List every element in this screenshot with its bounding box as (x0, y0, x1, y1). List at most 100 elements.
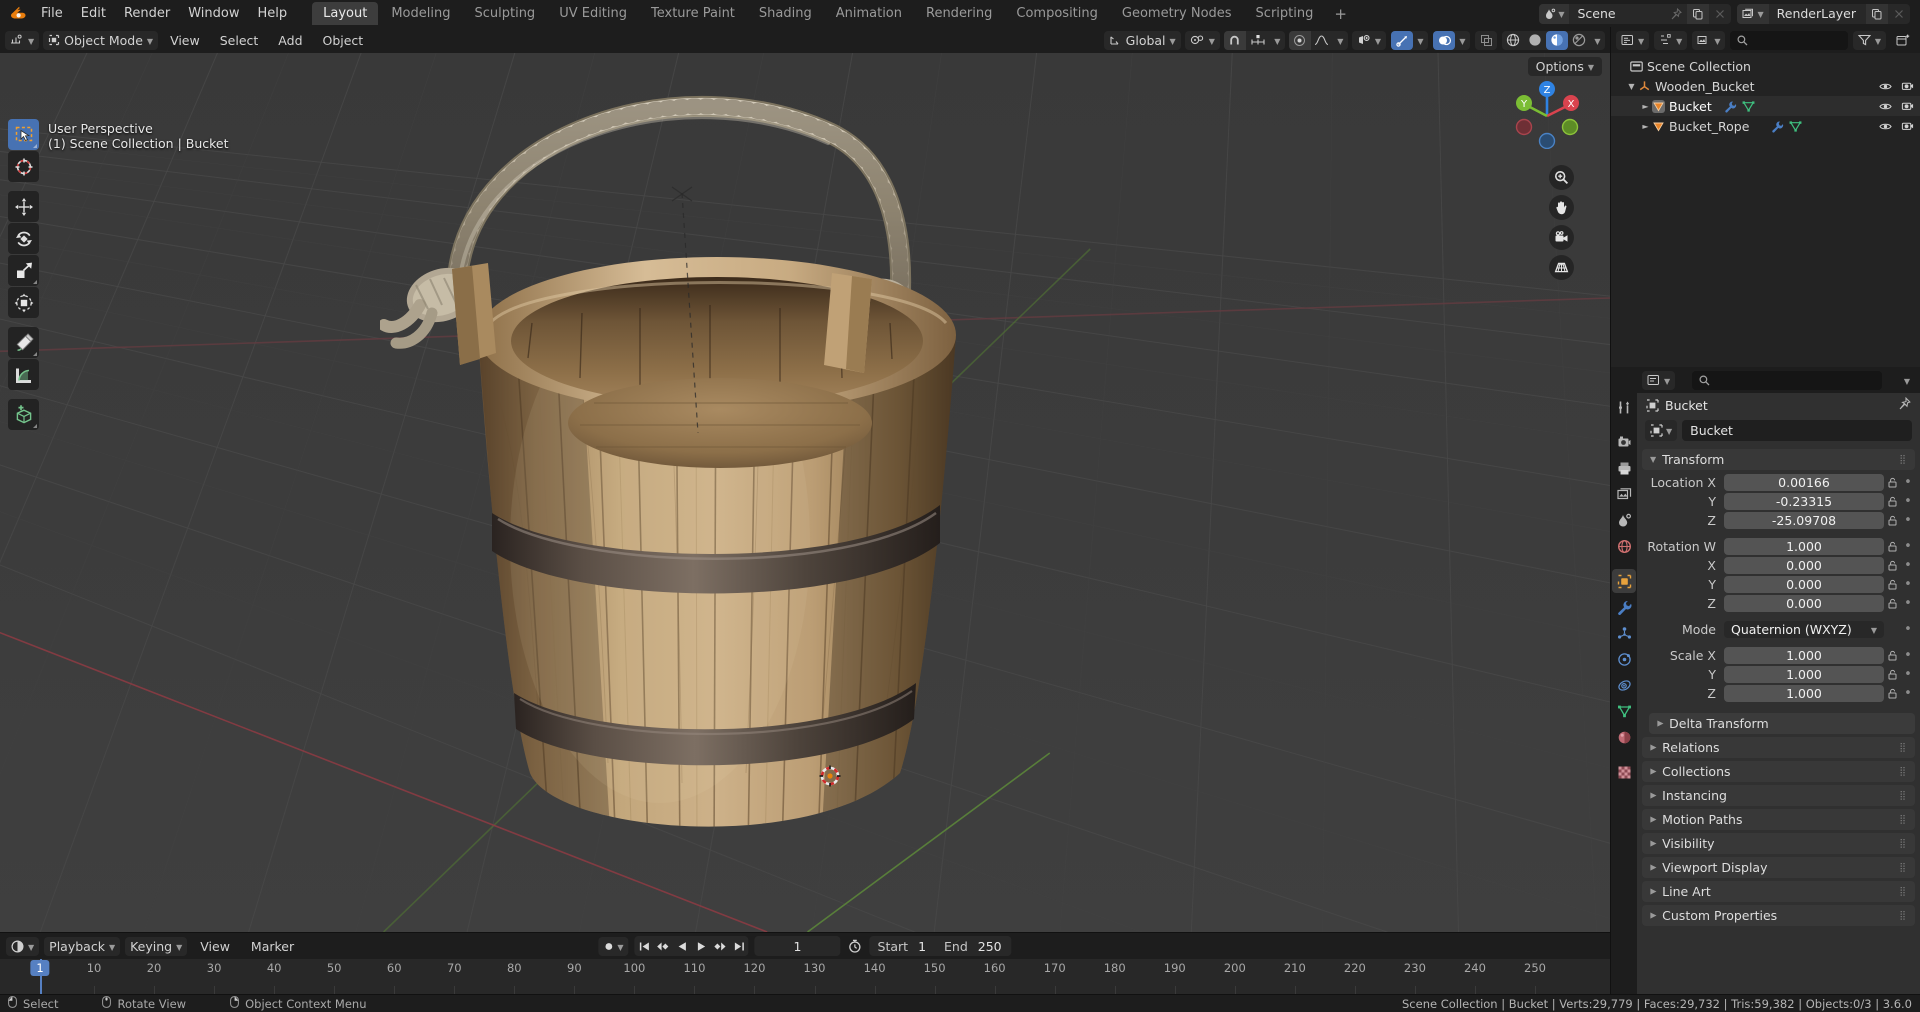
falloff-dropdown-chevron-icon[interactable]: ▼ (1333, 31, 1348, 50)
camera-render-icon[interactable] (1901, 80, 1914, 93)
expander-icon[interactable]: ► (1639, 122, 1652, 131)
transform-tool[interactable] (8, 287, 39, 318)
tool-tab[interactable] (1612, 395, 1636, 419)
section-expander-icon[interactable]: ▼ (1649, 864, 1658, 870)
snap-dropdown-chevron-icon[interactable]: ▼ (1270, 31, 1285, 50)
gizmo-dropdown-chevron-icon[interactable]: ▼ (1413, 31, 1428, 50)
play-button[interactable] (692, 936, 711, 956)
scale-tool[interactable] (8, 255, 39, 286)
location-y-field[interactable]: -0.23315 (1724, 493, 1884, 510)
show-gizmo-icon[interactable] (1391, 31, 1413, 50)
section-expander-icon[interactable]: ▼ (1649, 744, 1658, 750)
lock-icon[interactable] (1884, 650, 1901, 661)
output-tab[interactable] (1612, 456, 1636, 480)
outliner-search-input[interactable] (1730, 31, 1847, 50)
eye-icon[interactable] (1879, 100, 1892, 113)
properties-section-line-art[interactable]: ▼Line Art⣿ (1642, 881, 1915, 902)
animate-property-dot[interactable]: • (1901, 577, 1915, 592)
viewport-menu-object[interactable]: Object (315, 31, 372, 50)
section-expander-icon[interactable]: ▼ (1649, 912, 1658, 918)
section-expander-icon[interactable]: ▼ (1649, 792, 1658, 798)
scene-tab[interactable] (1612, 508, 1636, 532)
world-tab[interactable] (1612, 534, 1636, 558)
view-layer-tab[interactable] (1612, 482, 1636, 506)
outliner-row-scene-collection[interactable]: Scene Collection (1611, 56, 1920, 76)
section-expander-icon[interactable]: ▼ (1649, 888, 1658, 894)
lock-icon[interactable] (1884, 477, 1901, 488)
object-tab[interactable] (1612, 569, 1636, 593)
proportional-edit-icon[interactable] (1289, 31, 1311, 50)
rotation-y-field[interactable]: 0.000 (1724, 576, 1884, 593)
panel-drag-dots[interactable]: ⣿ (1899, 887, 1907, 897)
panel-drag-dots[interactable]: ⣿ (1899, 863, 1907, 873)
timeline-menu-keying[interactable]: Keying ▼ (125, 937, 187, 956)
rotate-tool[interactable] (8, 223, 39, 254)
auto-keying-toggle[interactable]: ▼ (598, 937, 628, 956)
outliner-filter-button[interactable]: ▼ (1853, 31, 1886, 50)
workspace-tab-scripting[interactable]: Scripting (1245, 2, 1325, 25)
modifier-tab[interactable] (1612, 595, 1636, 619)
properties-options-chevron-icon[interactable]: ▼ (1899, 371, 1915, 390)
rotation-z-field[interactable]: 0.000 (1724, 595, 1884, 612)
menu-edit[interactable]: Edit (72, 3, 115, 24)
snap-target-icon[interactable] (1246, 31, 1270, 50)
scene-name[interactable]: Scene (1569, 6, 1665, 21)
properties-section-visibility[interactable]: ▼Visibility⣿ (1642, 833, 1915, 854)
snap-magnet-icon[interactable] (1224, 31, 1246, 50)
camera-render-icon[interactable] (1901, 120, 1914, 133)
use-preview-range-icon[interactable] (847, 937, 864, 956)
editor-type-selector[interactable]: ▼ (5, 31, 39, 50)
animate-property-dot[interactable]: • (1901, 494, 1915, 509)
scene-new-button[interactable] (1687, 4, 1709, 24)
expander-icon[interactable]: ▼ (1625, 82, 1638, 91)
measure-tool[interactable] (8, 359, 39, 390)
lock-icon[interactable] (1884, 579, 1901, 590)
lock-icon[interactable] (1884, 496, 1901, 507)
viewlayer-remove-button[interactable] (1888, 4, 1910, 24)
expander-icon[interactable]: ► (1639, 102, 1652, 111)
properties-section-motion-paths[interactable]: ▼Motion Paths⣿ (1642, 809, 1915, 830)
workspace-tab-uv-editing[interactable]: UV Editing (548, 2, 638, 25)
viewport-options-button[interactable]: Options ▼ (1528, 57, 1602, 76)
panel-drag-dots[interactable]: ⣿ (1899, 911, 1907, 921)
eye-icon[interactable] (1879, 80, 1892, 93)
add-cube-tool[interactable] (8, 399, 39, 430)
properties-section-relations[interactable]: ▼Relations⣿ (1642, 737, 1915, 758)
panel-drag-dots[interactable]: ⣿ (1899, 815, 1907, 825)
animate-property-dot[interactable]: • (1901, 686, 1915, 701)
jump-to-end-button[interactable] (730, 936, 749, 956)
lock-icon[interactable] (1884, 688, 1901, 699)
section-expander-icon[interactable]: ▼ (1649, 816, 1658, 822)
outliner-row-wooden-bucket[interactable]: ▼ Wooden_Bucket (1611, 76, 1920, 96)
timeline-ruler[interactable]: 1102030405060708090100110120130140150160… (0, 959, 1610, 994)
overlays-dropdown-chevron-icon[interactable]: ▼ (1455, 31, 1470, 50)
workspace-tab-layout[interactable]: Layout (312, 2, 378, 25)
location-z-field[interactable]: -25.09708 (1724, 512, 1884, 529)
start-frame-value[interactable]: 1 (916, 939, 936, 954)
play-reverse-button[interactable] (673, 936, 692, 956)
end-frame-value[interactable]: 250 (976, 939, 1012, 954)
properties-section-instancing[interactable]: ▼Instancing⣿ (1642, 785, 1915, 806)
constraints-tab[interactable] (1612, 673, 1636, 697)
show-overlays-icon[interactable] (1433, 31, 1455, 50)
blender-logo-icon[interactable] (6, 4, 28, 24)
section-expander-icon[interactable]: ▼ (1656, 720, 1665, 726)
object-name-field[interactable]: Bucket (1682, 420, 1912, 441)
animate-property-dot[interactable]: • (1901, 513, 1915, 528)
animate-property-dot[interactable]: • (1901, 558, 1915, 573)
previous-keyframe-button[interactable] (654, 936, 673, 956)
panel-drag-dots[interactable]: ⣿ (1899, 791, 1907, 801)
scale-y-field[interactable]: 1.000 (1724, 666, 1884, 683)
move-tool[interactable] (8, 191, 39, 222)
zoom-icon[interactable] (1549, 165, 1574, 190)
grid-ortho-icon[interactable] (1549, 255, 1574, 280)
physics-tab[interactable] (1612, 647, 1636, 671)
properties-search-input[interactable] (1692, 371, 1882, 390)
pan-hand-icon[interactable] (1549, 195, 1574, 220)
panel-drag-dots[interactable]: ⣿ (1899, 743, 1907, 753)
animate-property-dot[interactable]: • (1901, 648, 1915, 663)
shading-wireframe-icon[interactable] (1502, 31, 1524, 50)
workspace-tab-modeling[interactable]: Modeling (380, 2, 461, 25)
animate-property-dot[interactable]: • (1901, 667, 1915, 682)
timeline-editor-type-selector[interactable]: ▼ (6, 937, 39, 956)
